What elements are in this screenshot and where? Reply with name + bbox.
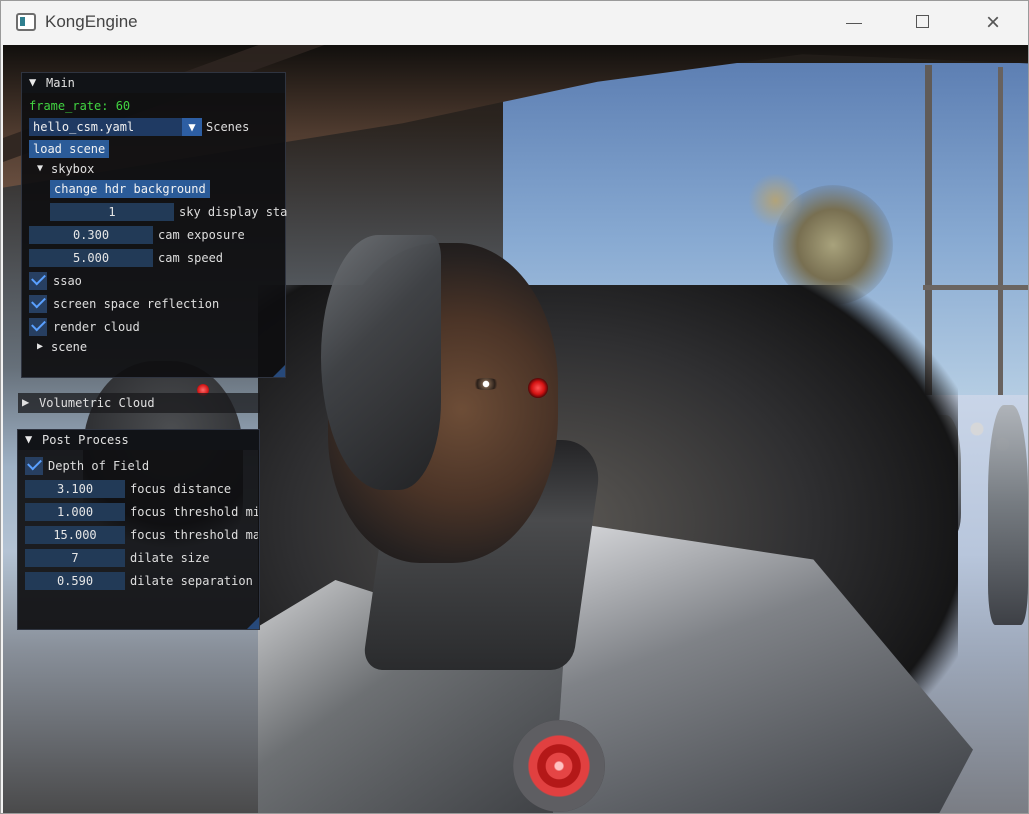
window-title: KongEngine xyxy=(45,12,138,31)
scene-select[interactable]: hello_csm.yaml ▼ xyxy=(29,118,202,136)
ssao-checkbox[interactable] xyxy=(29,270,47,290)
volumetric-cloud-panel[interactable]: ▶ Volumetric Cloud xyxy=(18,393,260,413)
close-button[interactable]: × xyxy=(958,1,1028,45)
focus-distance-label: focus distance xyxy=(130,482,232,496)
focus-threshold-min-input[interactable]: 1.000 xyxy=(25,503,125,521)
sky-display-state-label: sky display sta xyxy=(179,205,288,219)
app-window: KongEngine × ▼ Main frame_rate: 60 hello… xyxy=(0,0,1029,814)
minimize-icon xyxy=(846,23,862,24)
ssr-checkbox[interactable] xyxy=(29,293,47,313)
post-process-header[interactable]: ▼ Post Process xyxy=(18,430,259,450)
palm-tree xyxy=(748,173,803,228)
cam-speed-label: cam speed xyxy=(158,251,224,265)
checkmark-icon xyxy=(31,293,46,309)
dilate-size-label: dilate size xyxy=(130,551,210,565)
post-process-panel[interactable]: ▼ Post Process Depth of Field 3.100 focu… xyxy=(17,429,260,630)
post-process-title: Post Process xyxy=(42,433,129,447)
cam-exposure-input[interactable]: 0.300 xyxy=(29,226,153,244)
frame-rate-text: frame_rate: 60 xyxy=(29,99,131,113)
maximize-button[interactable] xyxy=(887,1,957,45)
depth-of-field-label: Depth of Field xyxy=(48,459,150,473)
ssr-label: screen space reflection xyxy=(53,297,220,311)
scene-select-value: hello_csm.yaml xyxy=(33,120,135,134)
cam-speed-input[interactable]: 5.000 xyxy=(29,249,153,267)
red-eye-light xyxy=(528,378,548,398)
render-cloud-label: render cloud xyxy=(53,320,140,334)
skybox-tree-label[interactable]: skybox xyxy=(51,160,94,178)
human-eye xyxy=(471,378,501,390)
resize-grip-icon[interactable] xyxy=(273,365,285,377)
ssao-label: ssao xyxy=(53,274,82,288)
render-cloud-checkbox[interactable] xyxy=(29,316,47,336)
scene-tree-label[interactable]: scene xyxy=(51,338,87,356)
focus-threshold-max-label: focus threshold max xyxy=(130,528,258,542)
skybox-arrow-icon[interactable]: ▼ xyxy=(37,160,43,178)
collapse-arrow-icon[interactable]: ▼ xyxy=(25,432,32,446)
checkmark-icon xyxy=(31,270,46,286)
background-robot xyxy=(988,405,1028,625)
maximize-icon xyxy=(915,15,929,28)
main-panel[interactable]: ▼ Main frame_rate: 60 hello_csm.yaml ▼ S… xyxy=(21,72,288,378)
app-icon xyxy=(16,13,36,31)
dilate-size-input[interactable]: 7 xyxy=(25,549,125,567)
volumetric-cloud-title: Volumetric Cloud xyxy=(39,396,155,410)
scene-arrow-icon[interactable]: ▶ xyxy=(37,338,43,356)
minimize-button[interactable] xyxy=(819,1,889,45)
load-scene-button[interactable]: load scene xyxy=(29,140,110,158)
chest-light xyxy=(513,720,605,812)
dilate-separation-label: dilate separation xyxy=(130,574,253,588)
close-icon: × xyxy=(985,9,1000,36)
cam-exposure-label: cam exposure xyxy=(158,228,245,242)
checkmark-icon xyxy=(27,455,42,471)
collapse-arrow-icon[interactable]: ▼ xyxy=(29,75,36,89)
main-panel-header[interactable]: ▼ Main xyxy=(22,73,285,93)
focus-threshold-max-input[interactable]: 15.000 xyxy=(25,526,125,544)
collapse-arrow-icon[interactable]: ▶ xyxy=(22,395,29,409)
title-bar[interactable]: KongEngine × xyxy=(1,1,1028,45)
resize-grip-icon[interactable] xyxy=(247,617,259,629)
depth-of-field-checkbox[interactable] xyxy=(25,455,43,475)
checkmark-icon xyxy=(31,316,46,332)
foreground-robot-helmet xyxy=(321,235,441,490)
sky-display-state-input[interactable]: 1 xyxy=(50,203,174,221)
main-panel-title: Main xyxy=(46,76,75,90)
change-hdr-background-button[interactable]: change hdr background xyxy=(50,180,210,198)
focus-threshold-min-label: focus threshold min xyxy=(130,505,258,519)
focus-distance-input[interactable]: 3.100 xyxy=(25,480,125,498)
dilate-separation-input[interactable]: 0.590 xyxy=(25,572,125,590)
chevron-down-icon[interactable]: ▼ xyxy=(182,118,202,136)
scene-select-label: Scenes xyxy=(206,120,250,134)
